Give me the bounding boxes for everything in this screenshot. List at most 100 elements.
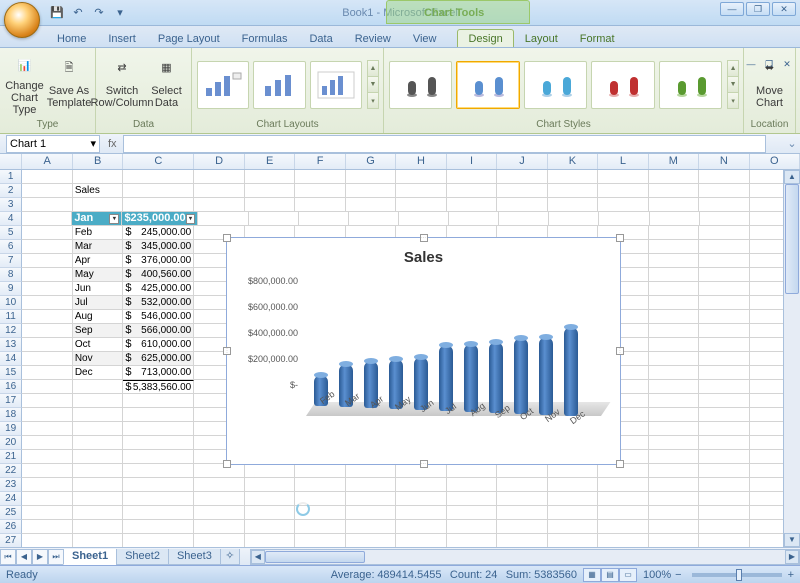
- row-header[interactable]: 2: [0, 184, 22, 198]
- cell[interactable]: [699, 534, 749, 547]
- cell[interactable]: [396, 478, 446, 492]
- cell[interactable]: [598, 198, 648, 212]
- expand-formula-bar-icon[interactable]: ⌄: [784, 137, 800, 150]
- cell[interactable]: [447, 170, 497, 184]
- cell[interactable]: [73, 198, 123, 212]
- chart-bar[interactable]: [464, 344, 478, 412]
- cell[interactable]: [649, 198, 699, 212]
- cell[interactable]: [497, 506, 547, 520]
- row-header[interactable]: 3: [0, 198, 22, 212]
- cell[interactable]: $345,000.00: [123, 240, 194, 254]
- switch-row-column-button[interactable]: ⇄Switch Row/Column: [100, 52, 144, 118]
- scroll-up-button[interactable]: ▲: [784, 170, 800, 184]
- cell[interactable]: [245, 170, 295, 184]
- page-break-view-button[interactable]: ▭: [619, 568, 637, 582]
- column-header[interactable]: E: [245, 154, 295, 169]
- cell[interactable]: [22, 282, 72, 296]
- cell[interactable]: [194, 506, 244, 520]
- workbook-restore-button[interactable]: ❐: [760, 58, 778, 70]
- cell[interactable]: [497, 478, 547, 492]
- cell[interactable]: [447, 198, 497, 212]
- cell[interactable]: [346, 534, 396, 547]
- cell[interactable]: [548, 170, 598, 184]
- undo-icon[interactable]: ↶: [69, 4, 87, 22]
- cell[interactable]: [194, 184, 244, 198]
- sheet-nav-last[interactable]: ⏭: [48, 549, 64, 565]
- column-header[interactable]: J: [497, 154, 547, 169]
- cell[interactable]: [245, 184, 295, 198]
- cell[interactable]: [194, 492, 244, 506]
- tab-format[interactable]: Format: [569, 29, 626, 47]
- cell[interactable]: [245, 198, 295, 212]
- cell[interactable]: [447, 464, 497, 478]
- worksheet-grid[interactable]: ABCDEFGHIJKLMNO 12Sales34Jan▾$235,000.00…: [0, 154, 800, 547]
- cell[interactable]: [123, 534, 194, 547]
- cell[interactable]: [699, 226, 749, 240]
- cell[interactable]: [73, 478, 123, 492]
- column-header[interactable]: I: [447, 154, 497, 169]
- column-header[interactable]: K: [548, 154, 598, 169]
- chart-style-option[interactable]: [524, 61, 587, 109]
- cell[interactable]: [699, 296, 749, 310]
- resize-handle[interactable]: ⋮: [616, 347, 624, 355]
- redo-icon[interactable]: ↷: [90, 4, 108, 22]
- cell[interactable]: [396, 170, 446, 184]
- cell[interactable]: [649, 324, 699, 338]
- cell[interactable]: Jan▾: [72, 212, 122, 226]
- cell[interactable]: [22, 212, 72, 226]
- cell[interactable]: [22, 520, 72, 534]
- cell[interactable]: [649, 450, 699, 464]
- cell[interactable]: [194, 534, 244, 547]
- resize-handle[interactable]: [223, 234, 231, 242]
- tab-design[interactable]: Design: [457, 29, 513, 47]
- cell[interactable]: [699, 170, 749, 184]
- scroll-right-button[interactable]: ▶: [785, 550, 799, 564]
- row-header[interactable]: 18: [0, 408, 22, 422]
- cell[interactable]: [22, 296, 72, 310]
- cell[interactable]: [22, 254, 72, 268]
- row-header[interactable]: 25: [0, 506, 22, 520]
- cell[interactable]: [295, 520, 345, 534]
- cell[interactable]: [346, 464, 396, 478]
- cell[interactable]: [598, 184, 648, 198]
- cell[interactable]: Sales: [73, 184, 123, 198]
- cell[interactable]: [699, 282, 749, 296]
- cell[interactable]: [194, 464, 244, 478]
- cell[interactable]: [649, 226, 699, 240]
- chart-bar[interactable]: [564, 327, 578, 416]
- cell[interactable]: [699, 184, 749, 198]
- cell[interactable]: [22, 534, 72, 547]
- chart-area[interactable]: Sales $800,000.00$600,000.00$400,000.00$…: [236, 247, 611, 455]
- cell[interactable]: Oct: [73, 338, 123, 352]
- row-header[interactable]: 27: [0, 534, 22, 547]
- cell[interactable]: [650, 212, 700, 226]
- vertical-scrollbar[interactable]: ▲ ▼: [783, 170, 800, 547]
- plot-area[interactable]: $800,000.00$600,000.00$400,000.00$200,00…: [306, 270, 601, 430]
- column-header[interactable]: A: [22, 154, 72, 169]
- cell[interactable]: [22, 366, 72, 380]
- cell[interactable]: [447, 492, 497, 506]
- cell[interactable]: [699, 338, 749, 352]
- chart-style-option[interactable]: [389, 61, 452, 109]
- cell[interactable]: [699, 310, 749, 324]
- sheet-tab[interactable]: Sheet3: [168, 549, 221, 565]
- workbook-close-button[interactable]: ✕: [778, 58, 796, 70]
- cell[interactable]: [346, 492, 396, 506]
- cell[interactable]: [549, 212, 599, 226]
- column-header[interactable]: L: [598, 154, 648, 169]
- cell[interactable]: Nov: [73, 352, 123, 366]
- cell[interactable]: Dec: [73, 366, 123, 380]
- cell[interactable]: [447, 478, 497, 492]
- cell[interactable]: [245, 506, 295, 520]
- qat-customize-icon[interactable]: ▾: [111, 4, 129, 22]
- cell[interactable]: [123, 492, 194, 506]
- cell[interactable]: [447, 520, 497, 534]
- cell[interactable]: $425,000.00: [123, 282, 194, 296]
- cell[interactable]: [649, 296, 699, 310]
- resize-handle[interactable]: ⋯: [420, 234, 428, 242]
- row-header[interactable]: 6: [0, 240, 22, 254]
- row-header[interactable]: 20: [0, 436, 22, 450]
- cell[interactable]: Jun: [73, 282, 123, 296]
- cell[interactable]: [447, 184, 497, 198]
- chart-style-option[interactable]: [659, 61, 722, 109]
